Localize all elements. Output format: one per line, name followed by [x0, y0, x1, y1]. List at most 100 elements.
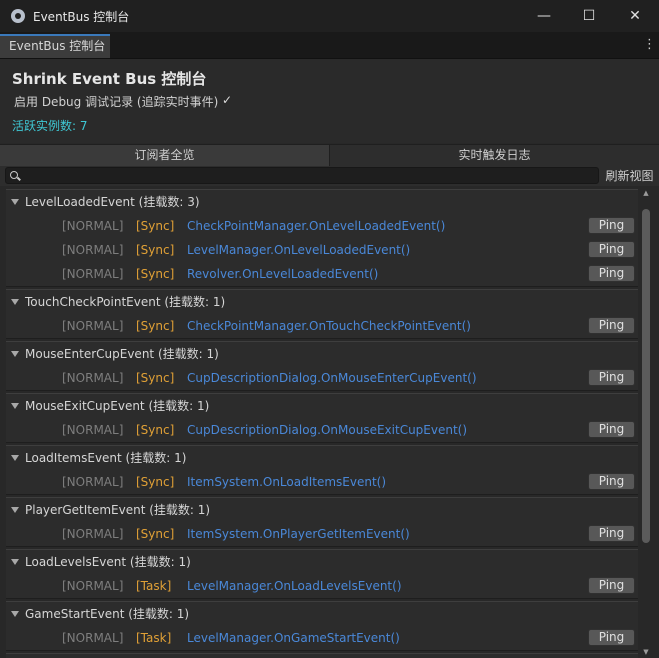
ping-button[interactable]: Ping — [588, 525, 635, 542]
dispatch-mode-label: [Task] — [136, 579, 172, 593]
event-group: MouseEnterCupEvent (挂载数: 1) [NORMAL] [Sync… — [6, 341, 638, 391]
search-input[interactable] — [5, 167, 599, 184]
event-group: LoadLevelsEvent (挂载数: 1) [NORMAL] [Task] Le… — [6, 549, 638, 599]
priority-label: [NORMAL] — [62, 267, 124, 281]
event-group-header[interactable]: GameStartEvent (挂载数: 1) — [6, 602, 638, 626]
handler-link[interactable]: Revolver.OnLevelLoadedEvent() — [187, 262, 378, 286]
ping-button[interactable]: Ping — [588, 369, 635, 386]
subscriber-list: LevelLoadedEvent (挂载数: 3) [NORMAL] [Sync] C… — [0, 187, 659, 658]
handler-link[interactable]: LevelManager.OnGameStartEvent() — [187, 626, 400, 650]
event-group-header[interactable]: LoadLevelsEvent (挂载数: 1) — [6, 550, 638, 574]
handler-link[interactable]: LevelManager.OnLoadLevelsEvent() — [187, 574, 402, 598]
subscriber-row: [NORMAL] [Sync] ItemSystem.OnPlayerGetItem… — [6, 522, 638, 546]
subscriber-row: [NORMAL] [Sync] CupDescriptionDialog.OnMou… — [6, 418, 638, 442]
subscriber-row: [NORMAL] [Sync] CheckPointManager.OnTouchC… — [6, 314, 638, 338]
debug-toggle-label[interactable]: 启用 Debug 调试记录 (追踪实时事件) — [14, 93, 218, 110]
ping-button[interactable]: Ping — [588, 421, 635, 438]
close-button[interactable]: ✕ — [612, 0, 658, 32]
foldout-arrow-icon[interactable] — [11, 299, 19, 305]
foldout-arrow-icon[interactable] — [11, 199, 19, 205]
scrollbar-thumb[interactable] — [642, 209, 650, 543]
console-header: Shrink Event Bus 控制台 启用 Debug 调试记录 (追踪实时… — [0, 59, 659, 143]
handler-link[interactable]: CheckPointManager.OnLevelLoadedEvent() — [187, 214, 445, 238]
priority-label: [NORMAL] — [62, 631, 124, 645]
page-title: Shrink Event Bus 控制台 — [12, 70, 207, 88]
event-group: MouseExitCupEvent (挂载数: 1) [NORMAL] [Sync]… — [6, 393, 638, 443]
window-title: EventBus 控制台 — [33, 9, 130, 24]
foldout-arrow-icon[interactable] — [11, 507, 19, 513]
event-group-header[interactable]: LevelLoadedEvent (挂载数: 3) — [6, 190, 638, 214]
event-group: LoadItemsEvent (挂载数: 1) [NORMAL] [Sync] Ite… — [6, 445, 638, 495]
ping-button[interactable]: Ping — [588, 473, 635, 490]
maximize-button[interactable]: ☐ — [566, 0, 612, 32]
refresh-view-button[interactable]: 刷新视图 — [602, 166, 657, 186]
dispatch-mode-label: [Sync] — [136, 243, 175, 257]
event-group: GameStartEvent (挂载数: 1) [NORMAL] [Task] Lev… — [6, 601, 638, 651]
event-name: GameStartEvent (挂载数: 1) — [25, 607, 190, 621]
more-options-icon[interactable]: ⋮ — [643, 35, 656, 55]
event-group-header[interactable]: PlayerGetItemEvent (挂载数: 1) — [6, 498, 638, 522]
handler-link[interactable]: CupDescriptionDialog.OnMouseEnterCupEven… — [187, 366, 477, 390]
active-instances-count: 活跃实例数: 7 — [12, 119, 88, 133]
tab-realtime-log[interactable]: 实时触发日志 — [330, 145, 659, 166]
event-group: LevelLoadedEvent (挂载数: 3) [NORMAL] [Sync] C… — [6, 189, 638, 287]
handler-link[interactable]: LevelManager.OnLevelLoadedEvent() — [187, 238, 410, 262]
handler-link[interactable]: ItemSystem.OnPlayerGetItemEvent() — [187, 522, 410, 546]
dispatch-mode-label: [Sync] — [136, 319, 175, 333]
event-name: TouchCheckPointEvent (挂载数: 1) — [25, 295, 226, 309]
priority-label: [NORMAL] — [62, 243, 124, 257]
event-group: TouchCheckPointEvent (挂载数: 1) [NORMAL] [Sy… — [6, 289, 638, 339]
priority-label: [NORMAL] — [62, 423, 124, 437]
event-name: LevelLoadedEvent (挂载数: 3) — [25, 195, 200, 209]
priority-label: [NORMAL] — [62, 319, 124, 333]
subscriber-row: [NORMAL] [Sync] LevelManager.OnLevelLoaded… — [6, 238, 638, 262]
event-group-header[interactable]: LoadItemsEvent (挂载数: 1) — [6, 446, 638, 470]
dispatch-mode-label: [Sync] — [136, 267, 175, 281]
foldout-arrow-icon[interactable] — [11, 455, 19, 461]
event-name: PlayerGetItemEvent (挂载数: 1) — [25, 503, 211, 517]
priority-label: [NORMAL] — [62, 579, 124, 593]
event-name: EggTalkEvent (挂载数: 1) — [25, 654, 170, 658]
ping-button[interactable]: Ping — [588, 577, 635, 594]
dispatch-mode-label: [Sync] — [136, 423, 175, 437]
scroll-down-icon[interactable]: ▼ — [641, 646, 651, 658]
event-group-header[interactable]: EggTalkEvent (挂载数: 1) — [6, 654, 638, 658]
event-group-header[interactable]: TouchCheckPointEvent (挂载数: 1) — [6, 290, 638, 314]
search-toolbar: 刷新视图 — [0, 166, 659, 186]
ping-button[interactable]: Ping — [588, 629, 635, 646]
foldout-arrow-icon[interactable] — [11, 351, 19, 357]
view-tabs: 订阅者全览 实时触发日志 — [0, 144, 659, 167]
event-group: PlayerGetItemEvent (挂载数: 1) [NORMAL] [Sync… — [6, 497, 638, 547]
search-icon — [10, 171, 18, 179]
dispatch-mode-label: [Sync] — [136, 527, 175, 541]
tab-subscribers-overview[interactable]: 订阅者全览 — [0, 145, 329, 166]
foldout-arrow-icon[interactable] — [11, 611, 19, 617]
handler-link[interactable]: CupDescriptionDialog.OnMouseExitCupEvent… — [187, 418, 467, 442]
dispatch-mode-label: [Sync] — [136, 371, 175, 385]
event-name: MouseEnterCupEvent (挂载数: 1) — [25, 347, 219, 361]
title-bar: EventBus 控制台 — ☐ ✕ — [0, 0, 659, 32]
event-group-header[interactable]: MouseEnterCupEvent (挂载数: 1) — [6, 342, 638, 366]
foldout-arrow-icon[interactable] — [11, 559, 19, 565]
ping-button[interactable]: Ping — [588, 317, 635, 334]
ping-button[interactable]: Ping — [588, 217, 635, 234]
handler-link[interactable]: CheckPointManager.OnTouchCheckPointEvent… — [187, 314, 471, 338]
tab-eventbus-console[interactable]: EventBus 控制台 — [0, 34, 110, 58]
priority-label: [NORMAL] — [62, 371, 124, 385]
minimize-button[interactable]: — — [521, 0, 567, 32]
debug-checkbox[interactable]: ✓ — [222, 93, 232, 107]
subscriber-row: [NORMAL] [Task] LevelManager.OnLoadLevelsE… — [6, 574, 638, 598]
handler-link[interactable]: ItemSystem.OnLoadItemsEvent() — [187, 470, 386, 494]
subscriber-row: [NORMAL] [Sync] ItemSystem.OnLoadItemsEven… — [6, 470, 638, 494]
subscriber-row: [NORMAL] [Sync] CheckPointManager.OnLevelL… — [6, 214, 638, 238]
event-group-header[interactable]: MouseExitCupEvent (挂载数: 1) — [6, 394, 638, 418]
subscriber-row: [NORMAL] [Sync] CupDescriptionDialog.OnMou… — [6, 366, 638, 390]
dispatch-mode-label: [Sync] — [136, 219, 175, 233]
vertical-scrollbar[interactable]: ▲ ▼ — [640, 187, 652, 658]
ping-button[interactable]: Ping — [588, 241, 635, 258]
foldout-arrow-icon[interactable] — [11, 403, 19, 409]
ping-button[interactable]: Ping — [588, 265, 635, 282]
unity-logo-icon — [11, 9, 25, 23]
scroll-up-icon[interactable]: ▲ — [641, 187, 651, 199]
event-name: MouseExitCupEvent (挂载数: 1) — [25, 399, 210, 413]
